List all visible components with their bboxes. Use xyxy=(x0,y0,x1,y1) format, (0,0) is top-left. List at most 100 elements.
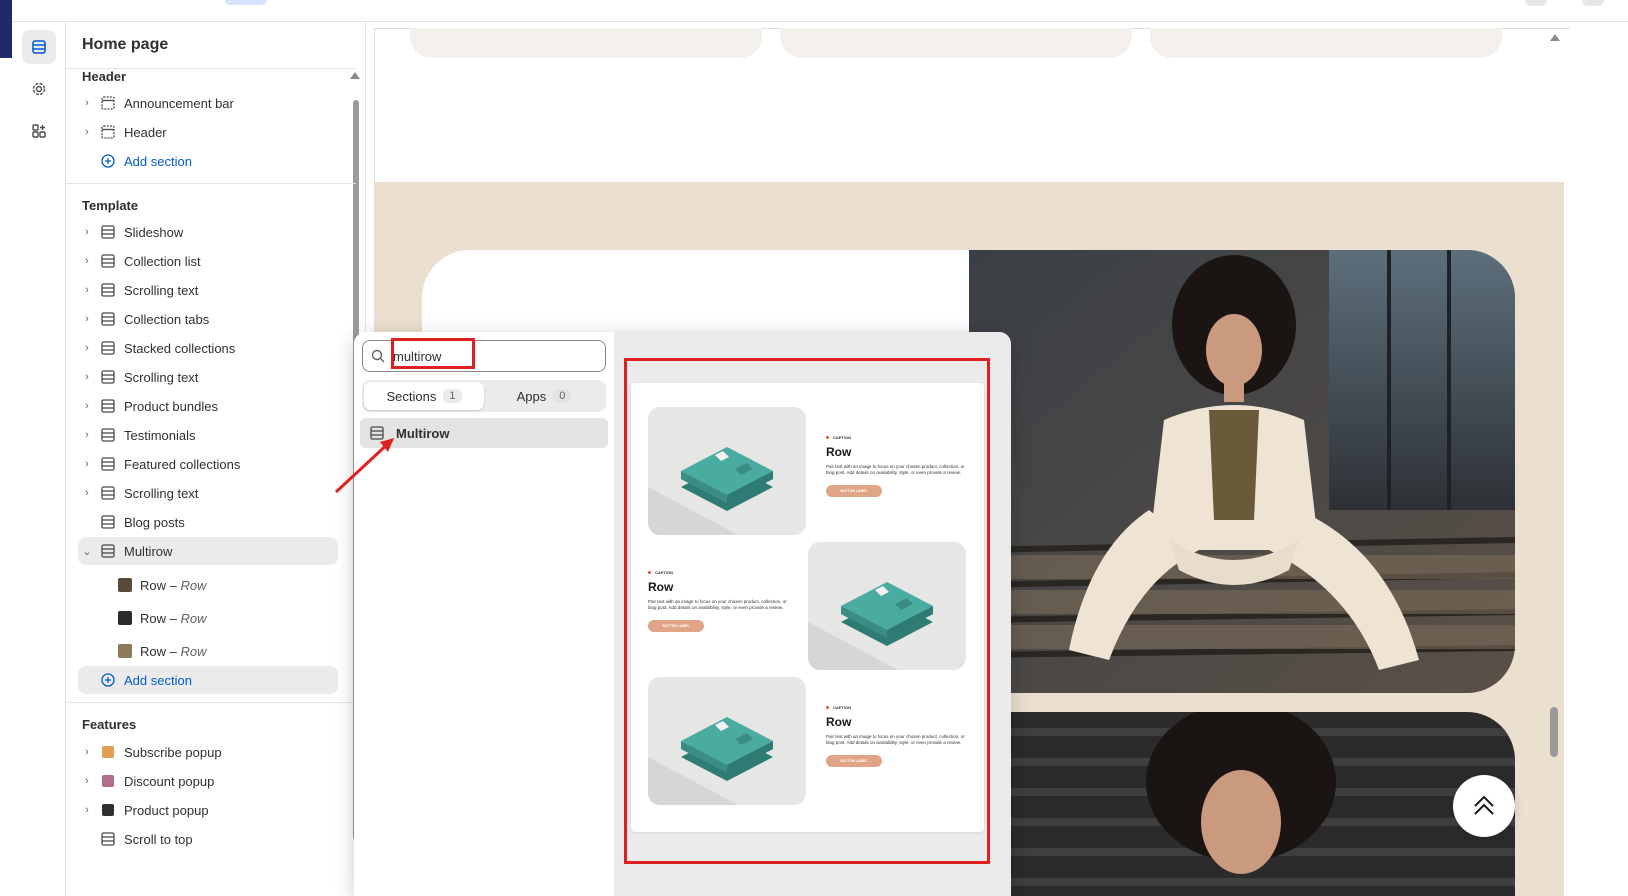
section-header[interactable]: › Header xyxy=(78,118,338,146)
section-announcement-bar[interactable]: › Announcement bar xyxy=(78,89,338,117)
chevron-right-icon[interactable]: › xyxy=(78,284,96,296)
section-scrolling-text[interactable]: › Scrolling text xyxy=(78,276,338,304)
row-image-woman-portrait xyxy=(986,712,1515,896)
section-testimonials[interactable]: › Testimonials xyxy=(78,421,338,449)
top-bar-pill[interactable] xyxy=(225,0,267,5)
section-collection-tabs[interactable]: › Collection tabs xyxy=(78,305,338,333)
section-label: Featured collections xyxy=(124,456,241,472)
apps-rail-button[interactable] xyxy=(22,114,56,148)
add-section-header-button[interactable]: Add section xyxy=(78,147,338,175)
chevron-right-icon[interactable]: › xyxy=(78,342,96,354)
sections-sidebar: Home page Header › Announcement bar › He… xyxy=(66,22,366,896)
chevron-down-icon[interactable]: ⌄ xyxy=(78,545,96,558)
add-circle-icon xyxy=(100,672,116,688)
section-product-popup[interactable]: › Product popup xyxy=(78,796,338,824)
block-sublabel: Row xyxy=(180,643,207,659)
chevron-right-icon[interactable]: › xyxy=(78,126,96,138)
chevron-right-icon[interactable]: › xyxy=(78,458,96,470)
section-label: Subscribe popup xyxy=(124,744,222,760)
divider xyxy=(66,183,356,184)
settings-rail-button[interactable] xyxy=(22,72,56,106)
sections-icon xyxy=(32,40,46,54)
add-section-popover: Sections 1 Apps 0 Multirow CAPTION Row P… xyxy=(354,332,1011,896)
preview-card xyxy=(1150,28,1502,58)
block-label: Row xyxy=(140,577,167,593)
section-icon xyxy=(100,311,116,327)
tab-sections[interactable]: Sections 1 xyxy=(364,382,484,410)
preview-card xyxy=(780,28,1132,58)
block-row[interactable]: Row – Row xyxy=(118,572,207,598)
chevron-right-icon[interactable]: › xyxy=(78,371,96,383)
divider xyxy=(66,702,356,703)
section-slideshow[interactable]: › Slideshow xyxy=(78,218,338,246)
section-blog-posts[interactable]: Blog posts xyxy=(78,508,338,536)
block-thumbnail xyxy=(118,644,132,658)
section-product-bundles[interactable]: › Product bundles xyxy=(78,392,338,420)
section-label: Scrolling text xyxy=(124,485,199,501)
scroll-to-top-button[interactable] xyxy=(1453,775,1515,837)
group-heading-template: Template xyxy=(82,198,139,213)
section-label: Product popup xyxy=(124,802,209,818)
group-heading-features: Features xyxy=(82,717,137,732)
add-section-template-button[interactable]: Add section xyxy=(78,666,338,694)
group-heading-header: Header xyxy=(82,69,127,84)
block-row[interactable]: Row – Row xyxy=(118,638,207,664)
chevron-right-icon[interactable]: › xyxy=(78,487,96,499)
chevron-right-icon[interactable]: › xyxy=(78,313,96,325)
add-section-label: Add section xyxy=(124,153,192,169)
section-icon xyxy=(100,369,116,385)
section-multirow[interactable]: ⌄ Multirow xyxy=(78,537,338,565)
block-sublabel: Row xyxy=(180,577,207,593)
section-collection-list[interactable]: › Collection list xyxy=(78,247,338,275)
preview-scrollbar[interactable] xyxy=(1550,707,1558,757)
section-icon xyxy=(100,427,116,443)
section-scroll-to-top[interactable]: Scroll to top xyxy=(78,825,338,853)
section-scrolling-text[interactable]: › Scrolling text xyxy=(78,479,338,507)
chevron-right-icon[interactable]: › xyxy=(78,97,96,109)
section-label: Product bundles xyxy=(124,398,218,414)
block-thumbnail xyxy=(118,611,132,625)
sections-rail-button[interactable] xyxy=(22,30,56,64)
chevron-right-icon[interactable]: › xyxy=(78,226,96,238)
tab-apps[interactable]: Apps 0 xyxy=(484,382,604,410)
section-label: Collection list xyxy=(124,253,201,269)
block-row[interactable]: Row – Row xyxy=(118,605,207,631)
chevron-right-icon[interactable]: › xyxy=(78,429,96,441)
section-icon xyxy=(100,456,116,472)
chevron-right-icon[interactable]: › xyxy=(78,400,96,412)
section-icon xyxy=(100,224,116,240)
chevron-right-icon[interactable]: › xyxy=(78,746,96,758)
top-bar-icon[interactable] xyxy=(1525,0,1547,6)
section-discount-popup[interactable]: › Discount popup xyxy=(78,767,338,795)
block-label: Row xyxy=(140,610,167,626)
chevron-right-icon[interactable]: › xyxy=(78,775,96,787)
popover-list-pane: Sections 1 Apps 0 Multirow xyxy=(354,332,614,896)
popover-tabs: Sections 1 Apps 0 xyxy=(362,380,606,412)
annotation-arrow-icon xyxy=(334,438,394,494)
preview-card xyxy=(410,28,762,58)
section-label: Testimonials xyxy=(124,427,196,443)
search-highlight-box xyxy=(391,338,475,369)
top-bar-icon[interactable] xyxy=(1582,0,1604,6)
scroll-up-arrow-icon[interactable] xyxy=(350,72,360,79)
feature-icon xyxy=(100,744,116,760)
block-separator: – xyxy=(166,610,181,626)
add-circle-icon xyxy=(100,153,116,169)
tab-count-badge: 1 xyxy=(443,389,462,403)
scroll-up-arrow-icon[interactable] xyxy=(1550,34,1560,41)
section-label: Multirow xyxy=(124,543,173,559)
section-label: Stacked collections xyxy=(124,340,236,356)
section-subscribe-popup[interactable]: › Subscribe popup xyxy=(78,738,338,766)
announcement-icon xyxy=(100,95,116,111)
chevron-right-icon[interactable]: › xyxy=(78,255,96,267)
chevron-right-icon[interactable]: › xyxy=(78,804,96,816)
section-label: Header xyxy=(124,124,167,140)
section-icon xyxy=(100,340,116,356)
section-featured-collections[interactable]: › Featured collections xyxy=(78,450,338,478)
header-icon xyxy=(100,124,116,140)
section-icon xyxy=(100,253,116,269)
section-stacked-collections[interactable]: › Stacked collections xyxy=(78,334,338,362)
section-label: Collection tabs xyxy=(124,311,210,327)
block-label: Row xyxy=(140,643,167,659)
section-scrolling-text[interactable]: › Scrolling text xyxy=(78,363,338,391)
